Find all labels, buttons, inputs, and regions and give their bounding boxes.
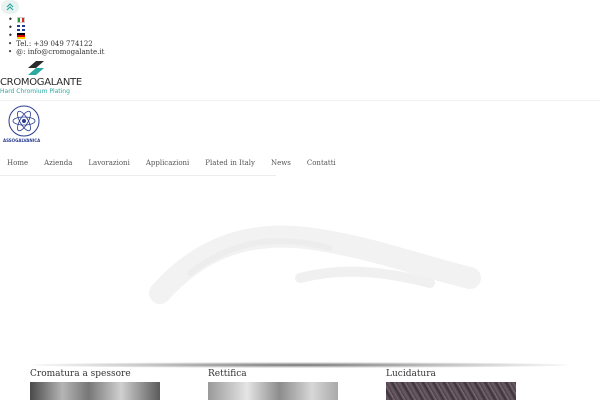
service-card-image[interactable] — [30, 382, 160, 400]
flag-germany-icon[interactable] — [16, 33, 25, 39]
logo-name: CROMOGALANTE — [0, 77, 82, 88]
contact-email[interactable]: @: info@cromogalante.it — [8, 48, 104, 56]
main-navigation: Home Azienda Lavorazioni Applicazioni Pl… — [0, 151, 336, 176]
service-card-image[interactable] — [208, 382, 338, 400]
nav-item-contatti[interactable]: Contatti — [307, 159, 336, 167]
header-divider — [0, 100, 600, 101]
logo-tagline: Hard Chromium Plating — [0, 88, 70, 95]
nav-item-home[interactable]: Home — [7, 159, 28, 167]
nav-item-azienda[interactable]: Azienda — [44, 159, 72, 167]
site-logo[interactable]: CROMOGALANTE Hard Chromium Plating — [0, 59, 82, 95]
assogalvanica-badge[interactable]: ASSOGALVANICA — [0, 104, 48, 152]
service-card-image[interactable] — [386, 382, 516, 400]
contact-list: Tel.: +39 049 774122 @: info@cromogalant… — [8, 40, 104, 56]
nav-item-applicazioni[interactable]: Applicazioni — [146, 159, 189, 167]
flag-italy-icon[interactable] — [16, 17, 25, 23]
nav-item-lavorazioni[interactable]: Lavorazioni — [88, 159, 129, 167]
language-switcher — [8, 16, 25, 40]
service-card-title[interactable]: Rettifica — [208, 368, 338, 382]
contact-phone[interactable]: Tel.: +39 049 774122 — [8, 40, 104, 48]
assogalvanica-label: ASSOGALVANICA — [3, 138, 41, 143]
service-card-title[interactable]: Cromatura a spessore — [30, 368, 160, 382]
nav-item-news[interactable]: News — [271, 159, 291, 167]
language-item-de[interactable] — [8, 32, 25, 40]
assogalvanica-emblem-icon — [8, 105, 40, 137]
scroll-to-top-button[interactable] — [1, 0, 19, 14]
nav-item-plated-in-italy[interactable]: Plated in Italy — [205, 159, 255, 167]
service-card-cromatura[interactable]: Cromatura a spessore — [30, 368, 160, 400]
cromogalante-logo-mark-icon — [28, 61, 44, 75]
service-card-lucidatura[interactable]: Lucidatura — [386, 368, 516, 400]
service-card-rettifica[interactable]: Rettifica — [208, 368, 338, 400]
double-chevron-up-icon — [6, 3, 14, 11]
hero-slider — [0, 178, 600, 364]
flag-uk-icon[interactable] — [16, 25, 25, 31]
hero-background-image — [0, 178, 600, 364]
service-card-title[interactable]: Lucidatura — [386, 368, 516, 382]
